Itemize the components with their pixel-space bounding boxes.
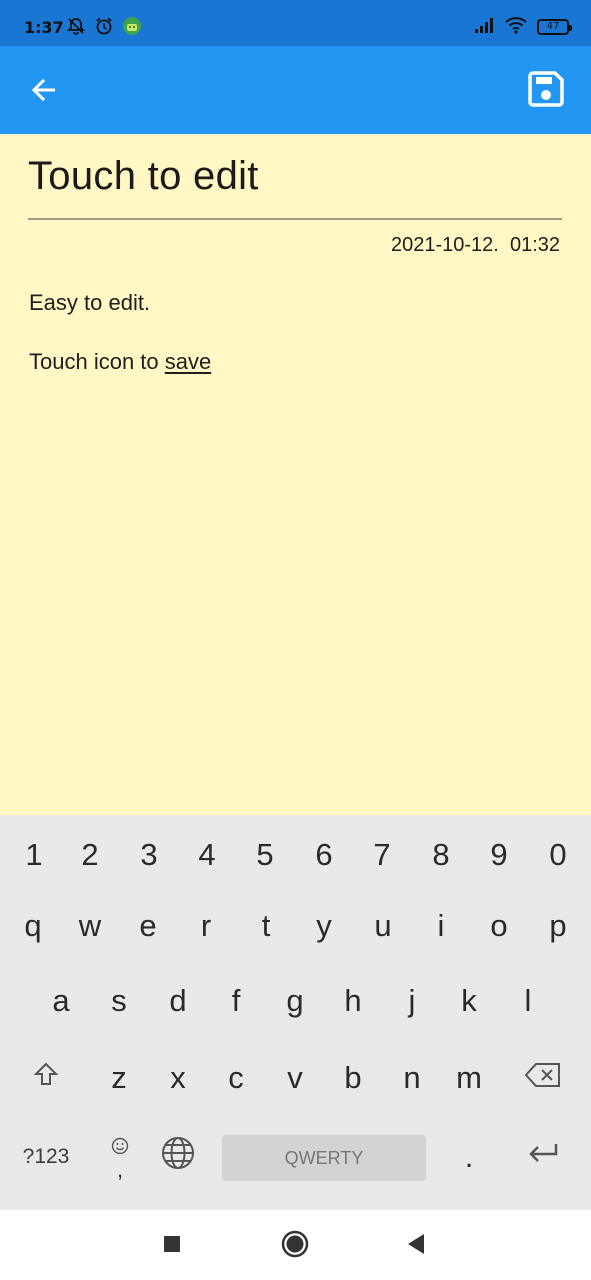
language-key[interactable] bbox=[153, 1129, 203, 1185]
shift-arrow-icon bbox=[32, 1060, 60, 1096]
key-0[interactable]: 0 bbox=[533, 827, 583, 883]
navigation-bar bbox=[0, 1210, 591, 1280]
key-c[interactable]: c bbox=[211, 1050, 261, 1106]
home-button[interactable] bbox=[277, 1228, 313, 1264]
key-8[interactable]: 8 bbox=[416, 827, 466, 883]
key-7[interactable]: 7 bbox=[357, 827, 407, 883]
wifi-icon bbox=[505, 16, 527, 38]
key-g[interactable]: g bbox=[270, 973, 320, 1029]
key-w[interactable]: w bbox=[65, 898, 115, 954]
key-1[interactable]: 1 bbox=[9, 827, 59, 883]
status-time: 1:37 bbox=[24, 18, 64, 37]
key-b[interactable]: b bbox=[328, 1050, 378, 1106]
home-circle-icon bbox=[281, 1230, 309, 1262]
mute-notification-icon bbox=[66, 16, 86, 40]
signal-icon bbox=[473, 16, 495, 38]
key-s[interactable]: s bbox=[94, 973, 144, 1029]
recents-square-icon bbox=[163, 1235, 181, 1257]
android-icon bbox=[122, 16, 142, 40]
note-date: 2021-10-12. 01:32 bbox=[390, 234, 560, 256]
key-d[interactable]: d bbox=[153, 973, 203, 1029]
keyboard-row-top: q w e r t y u i o p bbox=[0, 898, 591, 958]
alarm-icon bbox=[94, 16, 114, 40]
key-5[interactable]: 5 bbox=[240, 827, 290, 883]
recents-button[interactable] bbox=[154, 1228, 190, 1264]
status-right-icons: 47 bbox=[473, 16, 572, 38]
key-2[interactable]: 2 bbox=[65, 827, 115, 883]
shift-key[interactable] bbox=[21, 1050, 71, 1106]
key-i[interactable]: i bbox=[416, 898, 466, 954]
period-key[interactable]: . bbox=[444, 1129, 494, 1185]
soft-keyboard: 1 2 3 4 5 6 7 8 9 0 q w e r t y u i o p … bbox=[0, 815, 591, 1210]
key-e[interactable]: e bbox=[123, 898, 173, 954]
key-k[interactable]: k bbox=[444, 973, 494, 1029]
save-button[interactable] bbox=[523, 68, 569, 114]
key-3[interactable]: 3 bbox=[124, 827, 174, 883]
key-m[interactable]: m bbox=[444, 1050, 494, 1106]
battery-level: 47 bbox=[546, 21, 560, 32]
back-triangle-icon bbox=[406, 1233, 426, 1259]
key-q[interactable]: q bbox=[8, 898, 58, 954]
key-r[interactable]: r bbox=[181, 898, 231, 954]
key-n[interactable]: n bbox=[387, 1050, 437, 1106]
key-6[interactable]: 6 bbox=[299, 827, 349, 883]
key-f[interactable]: f bbox=[211, 973, 261, 1029]
status-left-icons bbox=[66, 16, 142, 40]
key-h[interactable]: h bbox=[328, 973, 378, 1029]
enter-arrow-icon bbox=[526, 1139, 560, 1175]
key-p[interactable]: p bbox=[533, 898, 583, 954]
key-t[interactable]: t bbox=[241, 898, 291, 954]
globe-icon bbox=[160, 1135, 196, 1179]
key-9[interactable]: 9 bbox=[474, 827, 524, 883]
key-o[interactable]: o bbox=[474, 898, 524, 954]
symbols-key[interactable]: ?123 bbox=[21, 1129, 71, 1185]
keyboard-row-numbers: 1 2 3 4 5 6 7 8 9 0 bbox=[0, 827, 591, 887]
note-save-text: save bbox=[164, 349, 212, 374]
key-u[interactable]: u bbox=[358, 898, 408, 954]
comma-label: , bbox=[116, 1157, 124, 1182]
note-editor[interactable]: Touch to edit 2021-10-12. 01:32 Easy to … bbox=[0, 134, 591, 815]
title-divider bbox=[28, 218, 562, 220]
space-bar[interactable]: QWERTY bbox=[222, 1135, 426, 1181]
backspace-icon bbox=[524, 1060, 562, 1096]
back-button[interactable] bbox=[22, 70, 66, 114]
back-nav-button[interactable] bbox=[398, 1228, 434, 1264]
note-title[interactable]: Touch to edit bbox=[28, 154, 259, 199]
enter-key[interactable] bbox=[518, 1129, 568, 1185]
floppy-disk-icon bbox=[526, 69, 566, 113]
key-a[interactable]: a bbox=[36, 973, 86, 1029]
keyboard-row-middle: a s d f g h j k l bbox=[0, 973, 591, 1033]
key-z[interactable]: z bbox=[94, 1050, 144, 1106]
key-4[interactable]: 4 bbox=[182, 827, 232, 883]
key-l[interactable]: l bbox=[503, 973, 553, 1029]
note-line-1[interactable]: Easy to edit. bbox=[29, 290, 559, 315]
keyboard-row-bottom: z x c v b n m bbox=[0, 1050, 591, 1110]
note-line-2[interactable]: Touch icon to save bbox=[29, 349, 559, 374]
key-x[interactable]: x bbox=[153, 1050, 203, 1106]
battery-icon: 47 bbox=[537, 19, 572, 35]
key-j[interactable]: j bbox=[387, 973, 437, 1029]
note-body[interactable]: Easy to edit. Touch icon to save bbox=[29, 290, 559, 408]
app-bar bbox=[0, 46, 591, 134]
backspace-key[interactable] bbox=[518, 1050, 568, 1106]
key-v[interactable]: v bbox=[270, 1050, 320, 1106]
arrow-left-icon bbox=[29, 75, 59, 109]
key-y[interactable]: y bbox=[299, 898, 349, 954]
emoji-comma-key[interactable]: , bbox=[95, 1129, 145, 1185]
note-line-2-prefix: Touch icon to bbox=[29, 349, 165, 374]
status-bar: 1:37 47 bbox=[0, 0, 591, 46]
